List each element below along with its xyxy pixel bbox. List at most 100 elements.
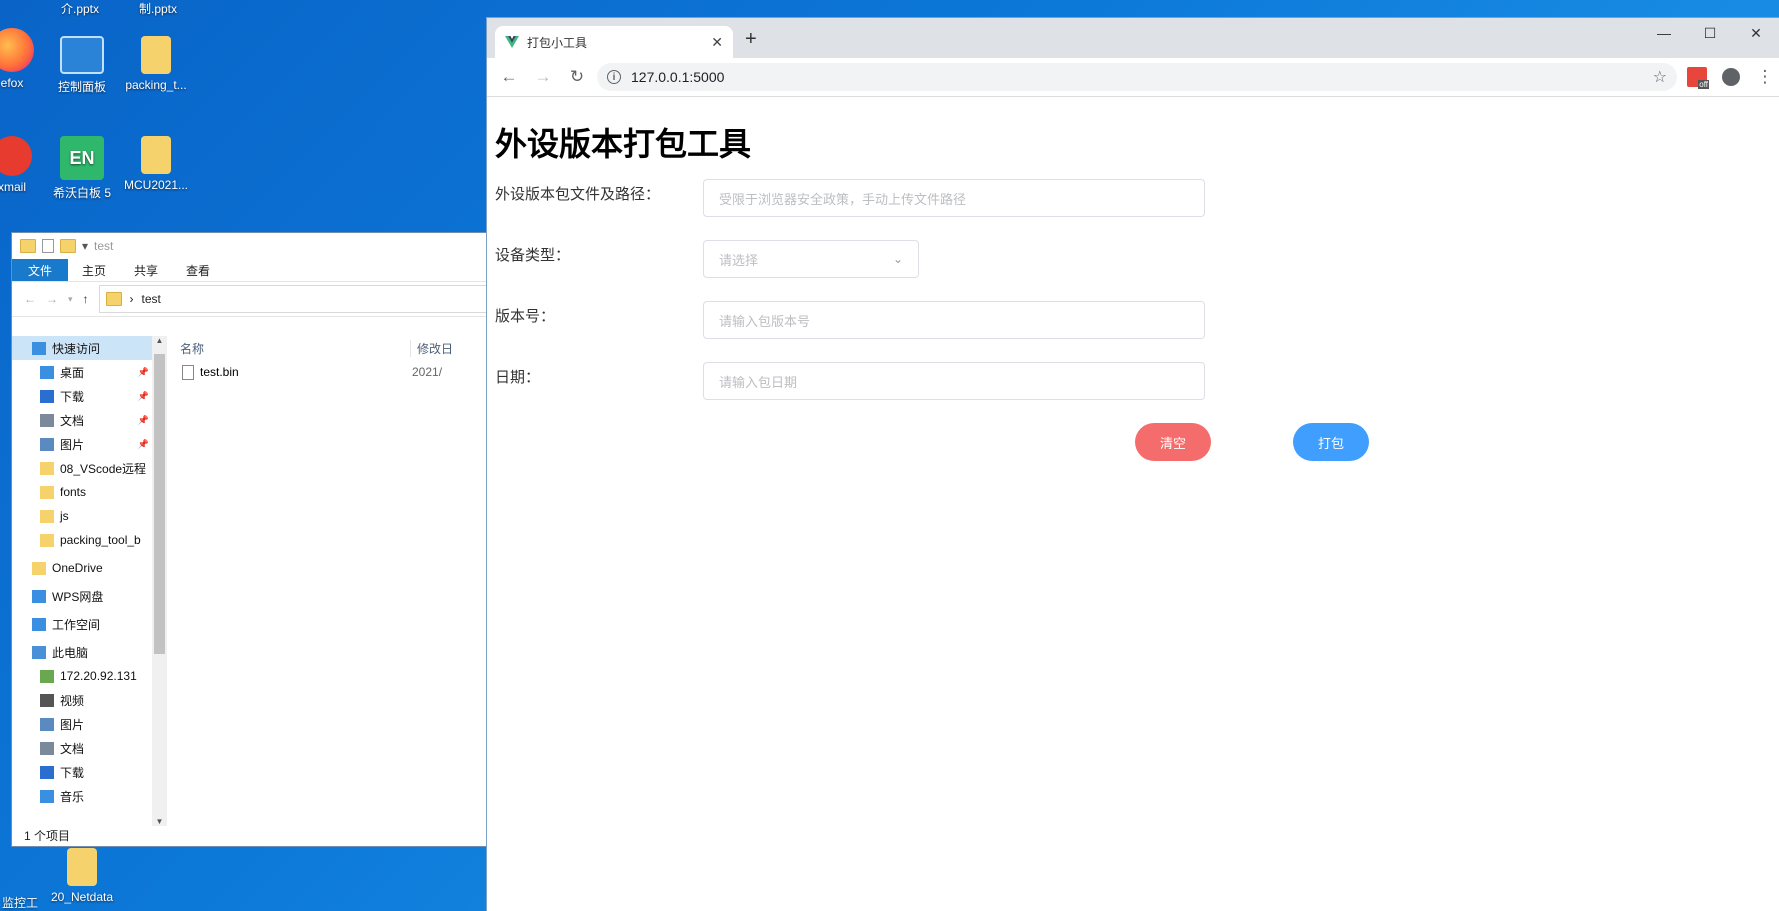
properties-icon[interactable] [42, 239, 54, 253]
folder-icon [105, 292, 122, 306]
scroll-thumb[interactable] [154, 354, 165, 654]
nav-item[interactable]: WPS网盘 [12, 584, 167, 608]
download-icon [40, 765, 54, 779]
device-label: 设备类型： [495, 247, 571, 264]
new-tab-button[interactable]: + [745, 28, 757, 51]
nav-item[interactable]: 08_VScode远程 [12, 456, 167, 480]
nav-item[interactable]: 下载 [12, 760, 167, 784]
date-input[interactable]: 请输入包日期 [703, 362, 1205, 400]
menu-button[interactable]: ⋮ [1751, 63, 1779, 91]
browser-window: 打包小工具 ✕ + — ☐ ✕ ← → ↻ i 127.0.0.1:5000 ☆… [487, 18, 1779, 911]
folder-icon [40, 461, 54, 475]
zip-folder-icon [141, 36, 171, 74]
nav-item[interactable]: 桌面 📌 [12, 360, 167, 384]
chevron-right-icon: › [129, 292, 134, 306]
desktop-icon-netdata[interactable]: 20_Netdata [42, 848, 122, 904]
folder-icon [32, 561, 46, 575]
pin-icon[interactable]: 📌 [138, 367, 149, 378]
document-icon [40, 741, 54, 755]
nav-scrollbar[interactable]: ▲ ▼ [152, 336, 167, 826]
back-button[interactable]: ← [495, 63, 523, 91]
nav-item[interactable]: packing_tool_b [12, 528, 167, 552]
path-input[interactable]: 受限于浏览器安全政策，手动上传文件路径 [703, 179, 1205, 217]
desktop-icon-control-panel[interactable]: 控制面板 [42, 36, 122, 95]
nav-item-label: WPS网盘 [52, 589, 104, 604]
nav-item-label: js [60, 509, 69, 523]
forward-arrow-icon[interactable]: → [46, 292, 58, 306]
nav-item[interactable]: 文档 📌 [12, 408, 167, 432]
nav-item[interactable]: 172.20.92.131 [12, 664, 167, 688]
network-drive-icon [40, 669, 54, 683]
nav-item[interactable]: OneDrive [12, 556, 167, 580]
date-label: 日期： [495, 369, 541, 386]
nav-item[interactable]: 工作空间 [12, 612, 167, 636]
nav-item-label: 下载 [60, 765, 85, 780]
zip-folder-icon [141, 136, 171, 174]
scroll-up-icon[interactable]: ▲ [152, 336, 167, 345]
column-headers: 名称 修改日 [170, 336, 487, 360]
pack-button[interactable]: 打包 [1293, 423, 1369, 461]
minimize-icon[interactable]: — [1641, 18, 1687, 48]
site-info-icon[interactable]: i [607, 70, 621, 84]
desktop-label-top-mid: 制.pptx [138, 2, 178, 16]
nav-item[interactable]: js [12, 504, 167, 528]
pin-icon[interactable]: 📌 [138, 391, 149, 402]
reload-button[interactable]: ↻ [563, 63, 591, 91]
ribbon-tab-file[interactable]: 文件 [12, 259, 69, 281]
desktop-icon-packing[interactable]: packing_t... [116, 36, 196, 92]
nav-item-label: 音乐 [60, 789, 85, 804]
chevron-down-icon[interactable]: ▾ [82, 239, 88, 253]
nav-item-label: 快速访问 [52, 341, 101, 356]
ribbon-tab-share[interactable]: 共享 [120, 259, 172, 281]
ribbon-tab-home[interactable]: 主页 [68, 259, 120, 281]
ribbon-tab-view[interactable]: 查看 [172, 259, 224, 281]
nav-item[interactable]: 此电脑 [12, 640, 167, 664]
desktop-icon [40, 365, 54, 379]
forward-button[interactable]: → [529, 63, 557, 91]
nav-item-label: 桌面 [60, 365, 85, 380]
video-icon [40, 693, 54, 707]
nav-item-label: 工作空间 [52, 617, 101, 632]
computer-icon [32, 645, 46, 659]
browser-tab[interactable]: 打包小工具 ✕ [495, 26, 733, 58]
version-input[interactable]: 请输入包版本号 [703, 301, 1205, 339]
nav-item[interactable]: 视频 [12, 688, 167, 712]
file-row[interactable]: test.bin 2021/ [170, 360, 487, 384]
close-tab-icon[interactable]: ✕ [711, 34, 723, 51]
address-bar[interactable]: i 127.0.0.1:5000 ☆ [597, 63, 1677, 91]
device-type-select[interactable]: 请选择 ⌄ [703, 240, 919, 278]
clear-button[interactable]: 清空 [1135, 423, 1211, 461]
new-folder-icon[interactable] [60, 239, 76, 253]
nav-item[interactable]: 下载 📌 [12, 384, 167, 408]
pin-icon[interactable]: 📌 [138, 415, 149, 426]
bookmark-star-icon[interactable]: ☆ [1653, 67, 1667, 87]
profile-button[interactable] [1717, 63, 1745, 91]
close-window-icon[interactable]: ✕ [1733, 18, 1779, 48]
folder-icon [20, 239, 36, 253]
recent-chevron-icon[interactable]: ▾ [68, 294, 73, 305]
up-arrow-icon[interactable]: ↑ [83, 292, 89, 306]
nav-item[interactable]: 快速访问 [12, 336, 167, 360]
nav-item-label: 文档 [60, 741, 85, 756]
maximize-icon[interactable]: ☐ [1687, 18, 1733, 48]
pin-icon[interactable]: 📌 [138, 439, 149, 450]
desktop-icon-mcu[interactable]: MCU2021... [116, 136, 196, 192]
nav-item[interactable]: fonts [12, 480, 167, 504]
column-modified[interactable]: 修改日 [410, 339, 453, 357]
address-box[interactable]: › test [98, 285, 487, 313]
back-arrow-icon[interactable]: ← [24, 292, 36, 306]
nav-item[interactable]: 音乐 [12, 784, 167, 808]
nav-item[interactable]: 图片 📌 [12, 432, 167, 456]
form-row-date: 日期： 请输入包日期 [495, 362, 1771, 423]
nav-item[interactable]: 图片 [12, 712, 167, 736]
desktop-icon-seewo[interactable]: EN 希沃白板 5 [42, 136, 122, 201]
nav-item[interactable]: 文档 [12, 736, 167, 760]
column-name[interactable]: 名称 [170, 340, 410, 357]
nav-item-label: fonts [60, 485, 87, 499]
nav-item-label: 文档 [60, 413, 85, 428]
extension-button[interactable]: off [1683, 63, 1711, 91]
device-select-placeholder: 请选择 [719, 252, 759, 268]
file-name: test.bin [200, 365, 239, 379]
form-row-buttons: 清空 打包 [495, 423, 1771, 484]
extension-off-icon: off [1687, 67, 1709, 89]
